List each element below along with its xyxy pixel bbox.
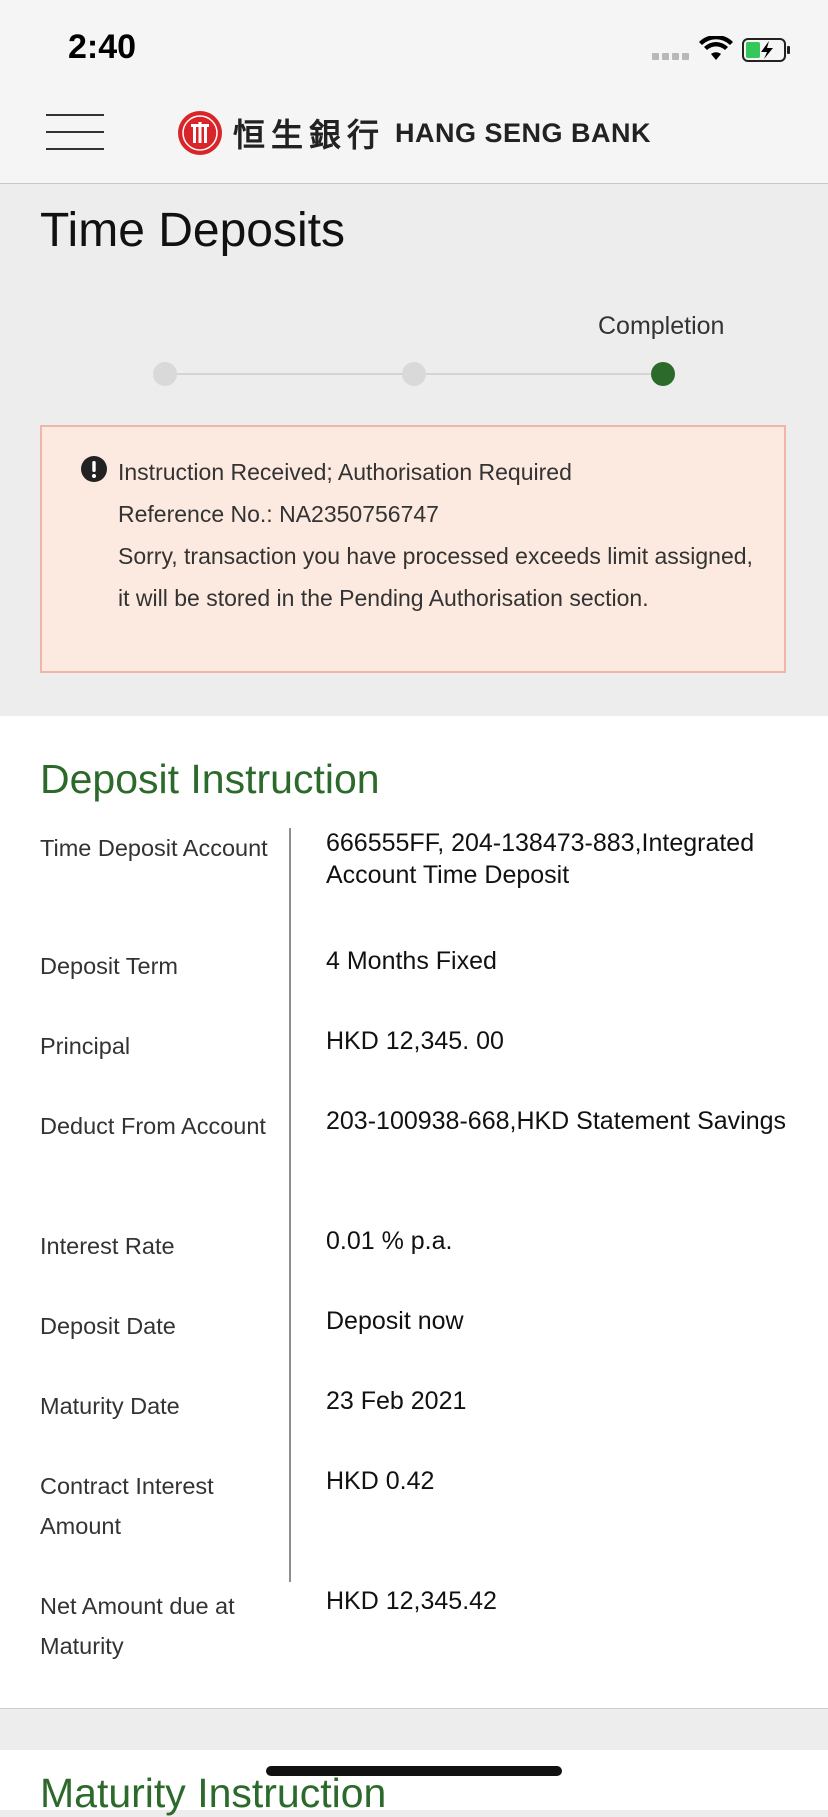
wifi-icon (699, 36, 733, 60)
status-time: 2:40 (68, 28, 137, 66)
label-interest-rate: Interest Rate (40, 1233, 175, 1259)
alert-reference: Reference No.: NA2350756747 (118, 501, 439, 527)
step-dot-3-active (651, 362, 675, 386)
home-indicator[interactable] (266, 1766, 562, 1776)
value-deduct-from-account: 203-100938-668,HKD Statement Savings (326, 1107, 787, 1135)
bank-logo: 恒生銀行 HANG SENG BANK (177, 110, 651, 156)
alert-text: Instruction Received; Authorisation Requ… (118, 451, 758, 619)
label-contract-interest-amount: Contract Interest Amount (40, 1473, 214, 1539)
alert-message: Sorry, transaction you have processed ex… (118, 543, 753, 611)
value-deposit-date: Deposit now (326, 1307, 464, 1335)
menu-button[interactable] (46, 112, 106, 152)
deposit-instruction-section: Deposit Instruction Time Deposit Account… (0, 716, 828, 1709)
label-deposit-term: Deposit Term (40, 953, 179, 979)
status-bar: 2:40 (0, 0, 828, 90)
section-title-maturity-instruction: Maturity Instruction (40, 1770, 387, 1816)
label-deduct-from-account: Deduct From Account (40, 1113, 266, 1139)
label-time-deposit-account: Time Deposit Account (40, 835, 268, 861)
battery-charging-icon (742, 38, 790, 62)
logo-chinese-text: 恒生銀行 (233, 116, 386, 154)
section-title-deposit-instruction: Deposit Instruction (40, 756, 380, 802)
step-dot-1 (153, 362, 177, 386)
hang-seng-emblem-icon (178, 111, 222, 155)
page-title: Time Deposits (40, 204, 345, 257)
logo-english-text: HANG SENG BANK (395, 117, 652, 148)
maturity-instruction-section: Maturity Instruction (0, 1750, 828, 1816)
label-net-amount-due: Net Amount due at Maturity (40, 1593, 235, 1659)
value-maturity-date: 23 Feb 2021 (326, 1387, 467, 1415)
alert-heading: Instruction Received; Authorisation Requ… (118, 459, 572, 485)
step-label-completion: Completion (598, 312, 725, 340)
exclamation-circle-icon (81, 456, 107, 482)
authorisation-alert: Instruction Received; Authorisation Requ… (40, 425, 786, 673)
value-net-amount-due: HKD 12,345.42 (326, 1587, 497, 1615)
value-contract-interest-amount: HKD 0.42 (326, 1467, 435, 1495)
label-principal: Principal (40, 1033, 131, 1059)
value-deposit-term: 4 Months Fixed (326, 947, 497, 975)
value-time-deposit-account: 666555FF, 204-138473-883,Integrated Acco… (326, 829, 755, 889)
label-maturity-date: Maturity Date (40, 1393, 180, 1419)
label-deposit-date: Deposit Date (40, 1313, 176, 1339)
app-header: 恒生銀行 HANG SENG BANK (0, 90, 828, 184)
cellular-signal-icon (652, 53, 692, 61)
column-divider (289, 828, 291, 1582)
value-interest-rate: 0.01 % p.a. (326, 1227, 453, 1255)
step-dot-2 (402, 362, 426, 386)
value-principal: HKD 12,345. 00 (326, 1027, 504, 1055)
